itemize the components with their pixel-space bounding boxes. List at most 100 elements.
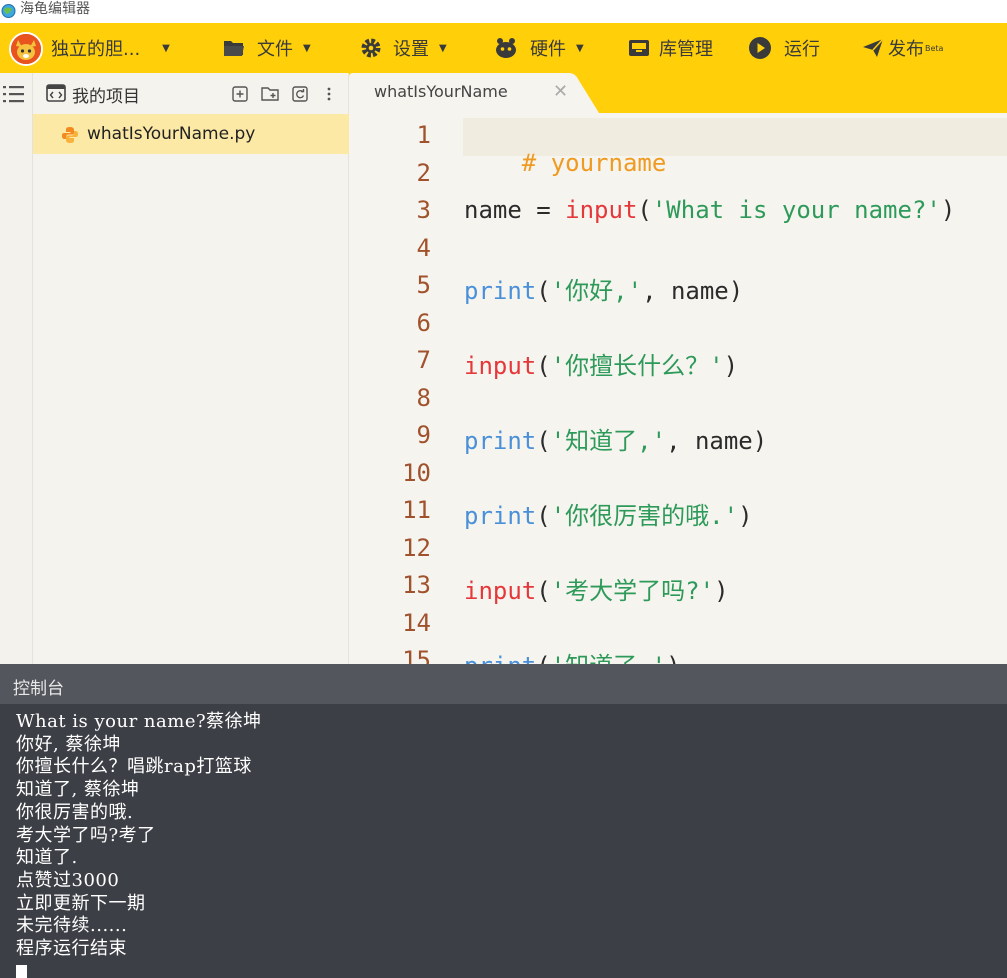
tab-whatisyourname[interactable]: whatIsYourName ✕	[349, 73, 599, 113]
code-line: print('知道了,', name)	[464, 421, 767, 456]
run-button[interactable]: 运行	[748, 23, 820, 73]
user-menu[interactable]: 独立的胆... ▼	[51, 23, 170, 73]
window-title: 海龟编辑器	[20, 1, 90, 17]
code-text: (	[536, 427, 551, 455]
python-icon	[61, 126, 79, 148]
console-line: 未完待续......	[16, 915, 128, 937]
line-number: 8	[416, 384, 431, 412]
library-manager-button[interactable]: 库管理	[628, 23, 713, 73]
chevron-down-icon: ▼	[162, 42, 170, 54]
paper-plane-icon	[862, 37, 884, 59]
code-text: (	[536, 352, 551, 380]
collapse-menu-icon[interactable]	[3, 85, 25, 107]
avatar[interactable]	[9, 32, 43, 66]
code-text: )	[666, 652, 680, 664]
new-folder-icon[interactable]	[261, 86, 279, 106]
console-title: 控制台	[13, 679, 64, 699]
console-line: 你好, 蔡徐坤	[16, 733, 121, 755]
line-number: 5	[416, 271, 431, 299]
string-literal: 'What is your name?'	[651, 196, 941, 224]
turtle-globe-icon	[1, 2, 16, 20]
more-options-icon[interactable]	[327, 86, 331, 106]
console-line: 考大学了吗?考了	[16, 824, 156, 846]
file-menu-label: 文件	[257, 39, 293, 60]
user-name: 独立的胆...	[51, 39, 141, 60]
file-item[interactable]: whatIsYourName.py	[33, 114, 349, 154]
builtin-fn: print	[464, 427, 537, 455]
console-line: 程序运行结束	[16, 938, 127, 960]
builtin-fn: print	[464, 502, 537, 530]
hardware-menu-label: 硬件	[530, 39, 566, 60]
folder-icon	[223, 39, 245, 57]
publish-button[interactable]: 发布 Beta	[862, 23, 943, 73]
builtin-fn: input	[464, 352, 537, 380]
console-line: 知道了, 蔡徐坤	[16, 779, 140, 801]
line-number: 4	[416, 234, 431, 262]
comment: # yourname	[521, 149, 667, 177]
console-line: 点赞过3000	[16, 869, 120, 891]
chevron-down-icon: ▼	[576, 42, 584, 54]
console-output[interactable]: What is your name?蔡徐坤 你好, 蔡徐坤 你擅长什么？唱跳ra…	[16, 711, 996, 961]
console-header: 控制台	[0, 664, 1007, 704]
line-number: 10	[402, 459, 431, 487]
code-text: (	[536, 652, 550, 664]
console-line: 你很厉害的哦.	[16, 801, 134, 823]
string-literal: '你很厉害的哦.'	[550, 502, 739, 530]
line-number: 11	[402, 496, 431, 524]
console-line: 你擅长什么？唱跳rap打篮球	[16, 756, 252, 778]
project-title: 我的项目	[72, 87, 140, 107]
settings-menu[interactable]: 设置 ▼	[360, 23, 447, 73]
close-icon[interactable]: ✕	[553, 81, 568, 102]
code-text: (	[536, 577, 551, 605]
code-line: input('你擅长什么？')	[464, 346, 738, 381]
code-text: (	[637, 196, 652, 224]
file-menu[interactable]: 文件 ▼	[223, 23, 311, 73]
string-literal: '知道了,'	[550, 427, 667, 455]
beta-badge: Beta	[925, 43, 944, 53]
code-line: # yourname	[464, 121, 667, 205]
tab-label: whatIsYourName	[374, 82, 508, 101]
string-literal: '知道了.'	[551, 652, 666, 664]
line-number: 7	[416, 346, 431, 374]
builtin-fn: input	[464, 577, 537, 605]
code-text: (	[536, 502, 551, 530]
code-line: print('你好,', name)	[464, 271, 743, 306]
console-panel: 控制台 What is your name?蔡徐坤 你好, 蔡徐坤 你擅长什么？…	[0, 664, 1007, 978]
line-number: 3	[416, 196, 431, 224]
editor-tabbar: whatIsYourName ✕	[349, 73, 1007, 113]
code-text: , name)	[642, 277, 744, 305]
code-text: name =	[464, 196, 566, 224]
refresh-icon[interactable]	[292, 86, 308, 106]
code-text: )	[723, 352, 739, 380]
robot-icon	[494, 37, 518, 59]
code-line: print('你很厉害的哦.')	[464, 496, 753, 531]
string-literal: '你擅长什么？'	[550, 352, 724, 380]
code-text: )	[738, 502, 753, 530]
string-literal: '考大学了吗?'	[550, 577, 715, 605]
line-number: 12	[402, 534, 431, 562]
gear-icon	[360, 37, 382, 59]
code-folder-icon	[46, 84, 66, 106]
code-editor[interactable]: 1 2 3 4 5 6 7 8 9 10 11 12 13 14 15 # yo…	[349, 113, 1007, 664]
builtin-fn: print	[464, 652, 536, 664]
project-header: 我的项目	[33, 73, 349, 113]
code-line: name = input('What is your name?')	[464, 196, 955, 224]
side-rail	[0, 73, 33, 664]
file-name: whatIsYourName.py	[87, 124, 256, 144]
chevron-down-icon: ▼	[439, 42, 447, 54]
console-line: 知道了.	[16, 847, 78, 869]
new-file-icon[interactable]	[232, 86, 248, 106]
line-number: 14	[402, 609, 431, 637]
builtin-fn: input	[565, 196, 638, 224]
line-number: 15	[402, 646, 431, 664]
console-line: What is your name?蔡徐坤	[16, 711, 262, 732]
project-panel: 我的项目 whatIsYourName.py	[33, 73, 349, 664]
code-text: , name)	[666, 427, 768, 455]
hardware-menu[interactable]: 硬件 ▼	[494, 23, 584, 73]
code-line: print('知道了.')	[464, 646, 681, 664]
console-line: 立即更新下一期	[16, 892, 146, 914]
library-manager-label: 库管理	[659, 39, 713, 60]
window-titlebar: 海龟编辑器	[0, 0, 1007, 23]
code-text: )	[940, 196, 956, 224]
run-label: 运行	[784, 39, 820, 60]
